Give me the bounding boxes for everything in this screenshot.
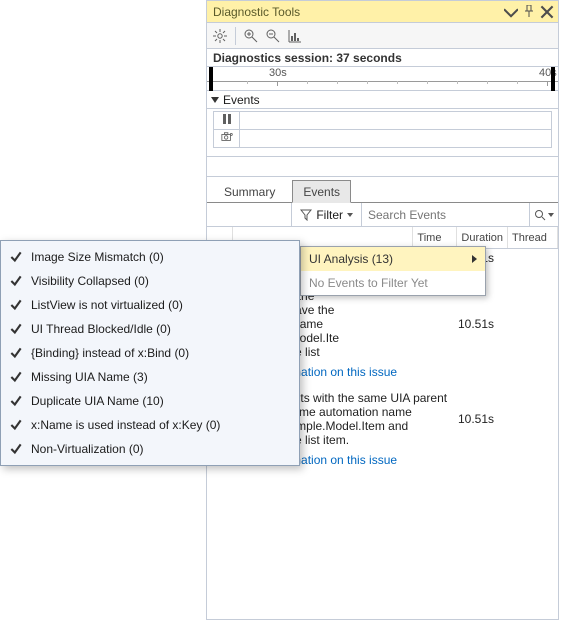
events-section-header[interactable]: Events (207, 91, 558, 109)
zoom-out-button[interactable] (264, 27, 282, 45)
zoom-in-button[interactable] (242, 27, 260, 45)
check-icon (9, 250, 23, 264)
event-time: 10.51s (458, 289, 508, 359)
search-input[interactable] (362, 204, 529, 226)
filter-label: Filter (316, 208, 343, 222)
submenu-item-label: Missing UIA Name (3) (31, 370, 148, 384)
window-menu-icon[interactable] (504, 5, 518, 19)
filter-button[interactable]: Filter (292, 203, 362, 226)
check-icon (9, 442, 23, 456)
check-icon (9, 418, 23, 432)
dropdown-item-no-events: No Events to Filter Yet (301, 271, 485, 295)
events-label: Events (223, 93, 260, 107)
dropdown-item-label: No Events to Filter Yet (309, 276, 428, 290)
submenu-item-label: Visibility Collapsed (0) (31, 274, 149, 288)
filter-row: Filter (207, 203, 558, 227)
submenu-item-label: x:Name is used instead of x:Key (0) (31, 418, 220, 432)
submenu-item-label: Duplicate UIA Name (10) (31, 394, 164, 408)
pin-icon[interactable] (522, 5, 536, 19)
chevron-down-icon (548, 213, 554, 217)
submenu-item-label: UI Thread Blocked/Idle (0) (31, 322, 171, 336)
dropdown-item-label: UI Analysis (13) (309, 252, 393, 266)
filter-dropdown: UI Analysis (13) No Events to Filter Yet (300, 246, 486, 296)
check-icon (9, 322, 23, 336)
submenu-item-label: ListView is not virtualized (0) (31, 298, 183, 312)
events-swimlane (207, 111, 558, 157)
col-thread[interactable]: Thread (508, 227, 558, 248)
submenu-item-label: Non-Virtualization (0) (31, 442, 144, 456)
check-icon (9, 370, 23, 384)
submenu-item-label: Image Size Mismatch (0) (31, 250, 164, 264)
session-label: Diagnostics session: 37 seconds (207, 49, 558, 67)
check-icon (9, 298, 23, 312)
check-icon (9, 274, 23, 288)
search-submit[interactable] (530, 203, 558, 226)
col-time[interactable]: Time (413, 227, 457, 248)
pause-icon[interactable] (214, 112, 240, 130)
search-events-box (362, 203, 530, 226)
search-icon (534, 209, 546, 221)
titlebar: Diagnostic Tools (207, 1, 558, 23)
result-tabs: Summary Events (207, 177, 558, 203)
chevron-right-icon (472, 255, 477, 263)
check-icon (9, 346, 23, 360)
camera-icon[interactable] (214, 130, 240, 148)
submenu-item[interactable]: ListView is not virtualized (0) (1, 293, 299, 317)
check-icon (9, 394, 23, 408)
submenu-item[interactable]: {Binding} instead of x:Bind (0) (1, 341, 299, 365)
event-time: 10.51s (458, 391, 508, 447)
col-duration[interactable]: Duration (457, 227, 508, 248)
submenu-item[interactable]: UI Thread Blocked/Idle (0) (1, 317, 299, 341)
submenu-item[interactable]: Non-Virtualization (0) (1, 437, 299, 461)
timeline-ruler[interactable]: 30s 40s (207, 67, 558, 91)
submenu-item[interactable]: Visibility Collapsed (0) (1, 269, 299, 293)
settings-button[interactable] (211, 27, 229, 45)
funnel-icon (300, 209, 312, 221)
submenu-item-label: {Binding} instead of x:Bind (0) (31, 346, 189, 360)
chart-icon[interactable] (286, 27, 304, 45)
filter-submenu: Image Size Mismatch (0) Visibility Collap… (0, 240, 300, 466)
submenu-item[interactable]: Missing UIA Name (3) (1, 365, 299, 389)
ruler-tick-label: 30s (269, 67, 287, 79)
tab-summary[interactable]: Summary (213, 180, 286, 202)
submenu-item[interactable]: Image Size Mismatch (0) (1, 245, 299, 269)
chevron-down-icon (347, 213, 353, 217)
window-title: Diagnostic Tools (211, 5, 500, 19)
submenu-item[interactable]: x:Name is used instead of x:Key (0) (1, 413, 299, 437)
submenu-item[interactable]: Duplicate UIA Name (10) (1, 389, 299, 413)
toolbar (207, 23, 558, 49)
collapse-icon (211, 97, 219, 103)
dropdown-item-ui-analysis[interactable]: UI Analysis (13) (301, 247, 485, 271)
tab-events[interactable]: Events (292, 180, 351, 203)
close-icon[interactable] (540, 5, 554, 19)
